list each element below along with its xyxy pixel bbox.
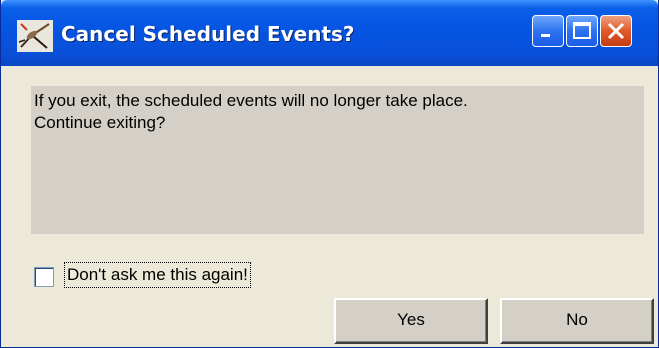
yes-button[interactable]: Yes (334, 298, 488, 344)
dont-ask-checkbox[interactable] (34, 267, 54, 287)
message-text: If you exit, the scheduled events will n… (34, 91, 468, 132)
minimize-button[interactable] (532, 15, 564, 47)
maximize-icon (573, 22, 591, 39)
dialog-window: Cancel Scheduled Events? If you exit, th… (0, 0, 659, 348)
close-icon (607, 22, 625, 40)
window-title: Cancel Scheduled Events? (61, 22, 355, 46)
maximize-button[interactable] (566, 15, 598, 47)
mosquito-icon (17, 20, 53, 52)
title-bar[interactable]: Cancel Scheduled Events? (1, 0, 658, 66)
message-panel: If you exit, the scheduled events will n… (31, 86, 644, 234)
no-button[interactable]: No (500, 298, 654, 344)
dont-ask-checkbox-label[interactable]: Don't ask me this again! (64, 262, 251, 288)
close-button[interactable] (600, 15, 632, 47)
minimize-icon (541, 34, 550, 37)
